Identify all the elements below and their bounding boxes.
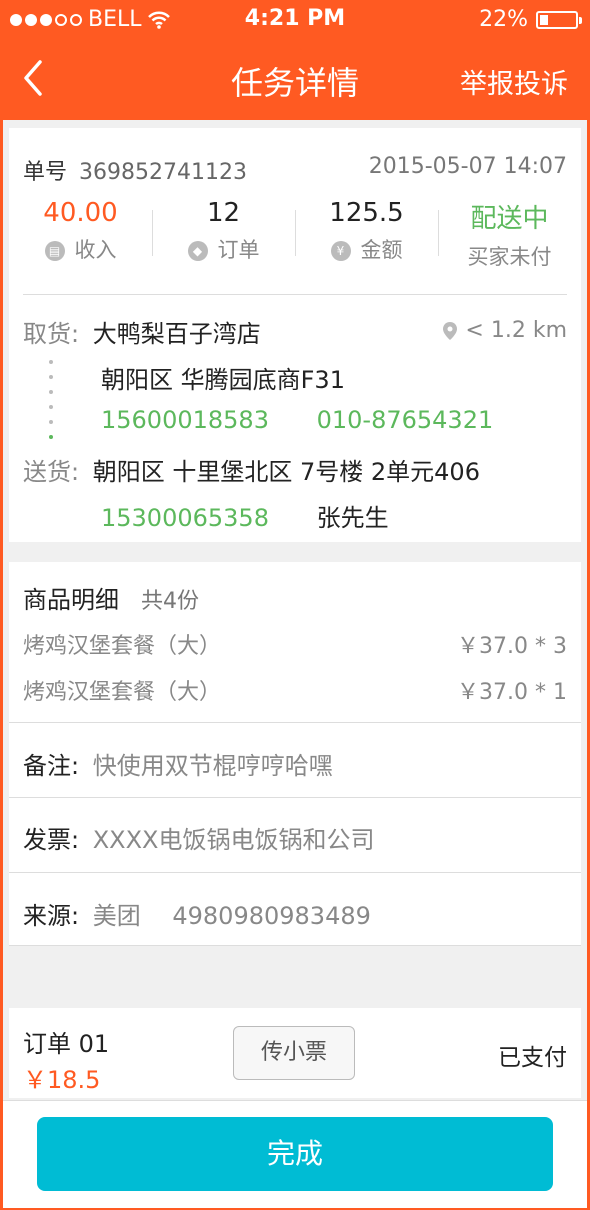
goods-item-price: ￥37.0 * 1 [457,680,567,705]
report-complaint-button[interactable]: 举报投诉 [460,62,568,101]
goods-item: 烤鸡汉堡套餐（大） ￥37.0 * 3 [23,628,567,660]
goods-count: 共4份 [141,589,199,614]
goods-item-name: 烤鸡汉堡套餐（大） [23,680,222,705]
pickup-address: 朝阳区 华腾园底商F31 [101,366,345,394]
remark-value: 快使用双节棍哼哼哈嘿 [92,752,333,780]
divider [9,872,581,873]
invoice-value: XXXX电饭锅电饭锅和公司 [92,826,375,854]
status-right: 22% [479,7,582,32]
sub-order-card: 订单 01 ￥18.5 传小票 已支付 [9,1008,581,1098]
order-number: 369852741123 [79,160,247,185]
pickup-store: 大鸭梨百子湾店 [92,320,261,348]
delivery-phone[interactable]: 15300065358 [101,504,269,532]
goods-title: 商品明细 [23,586,119,614]
details-card: 商品明细 共4份 烤鸡汉堡套餐（大） ￥37.0 * 3 烤鸡汉堡套餐（大） ￥3… [9,562,581,946]
orders-value: 12 [206,198,241,228]
goods-item-price: ￥37.0 * 3 [457,634,567,659]
status-bar: BELL 4:21 PM 22% [0,0,590,40]
nav-bar: 任务详情 举报投诉 [0,40,590,120]
stat-orders: 12 ◆ 订单 [152,196,295,276]
divider [23,294,567,295]
orders-label: 订单 [217,238,260,262]
stat-delivery-status: 配送中 买家未付 [438,196,581,276]
order-line: 单号 369852741123 2015-05-07 14:07 [23,154,567,186]
order-number-label: 单号 [23,160,68,185]
invoice-row: 发票: XXXX电饭锅电饭锅和公司 [23,820,375,855]
battery-percent: 22% [479,7,528,32]
distance-value: < 1.2 km [465,318,567,343]
goods-item-name: 烤鸡汉堡套餐（大） [23,634,222,659]
divider [9,797,581,798]
stat-amount: 125.5 ¥ 金额 [295,196,438,276]
income-value: 40.00 [43,198,118,228]
goods-item: 烤鸡汉堡套餐（大） ￥37.0 * 1 [23,674,567,706]
yen-icon: ¥ [330,241,351,261]
bottom-bar: 完成 [3,1100,587,1208]
recipient-name: 张先生 [316,504,389,532]
source-row: 来源: 美团 4980980983489 [23,896,371,931]
sub-order-price: ￥18.5 [23,1066,101,1094]
tag-icon: ◆ [187,241,208,261]
remark-row: 备注: 快使用双节棍哼哼哈嘿 [23,746,333,781]
payment-status: 已支付 [498,1045,567,1071]
divider [9,945,581,946]
app-frame: BELL 4:21 PM 22% 任务详情 举报投诉 单号 36985274112… [0,0,590,1210]
pickup-phones: 15600018583 010-87654321 [101,406,493,434]
goods-header: 商品明细 共4份 [23,580,199,615]
complete-button[interactable]: 完成 [37,1117,553,1191]
distance: < 1.2 km [443,318,567,343]
delivery-label: 送货: [23,458,80,486]
sub-order-title: 订单 01 [23,1030,110,1058]
delivery-contact: 15300065358 张先生 [101,498,389,533]
route-dots [49,360,55,439]
pickup-label: 取货: [23,320,80,348]
battery-icon [536,10,582,29]
pickup-phone-1[interactable]: 15600018583 [101,406,269,434]
upload-receipt-button[interactable]: 传小票 [233,1026,355,1080]
stats-row: 40.00 ▤ 收入 12 ◆ 订单 125.5 ¥ 金额 配送中 买家未付 [9,196,581,276]
content-area[interactable]: 单号 369852741123 2015-05-07 14:07 40.00 ▤ 收… [3,120,587,1208]
delivery-status-value: 配送中 [470,204,549,234]
wallet-icon: ▤ [44,241,65,261]
invoice-label: 发票: [23,826,80,854]
amount-value: 125.5 [329,198,404,228]
payment-status-label: 买家未付 [467,245,552,269]
source-label: 来源: [23,902,80,930]
pickup-phone-2[interactable]: 010-87654321 [317,406,494,434]
stat-income: 40.00 ▤ 收入 [9,196,152,276]
order-datetime: 2015-05-07 14:07 [368,154,567,179]
delivery-address: 朝阳区 十里堡北区 7号楼 2单元406 [92,458,480,486]
delivery-row: 送货: 朝阳区 十里堡北区 7号楼 2单元406 [23,452,480,487]
location-pin-icon [443,321,458,340]
amount-label: 金额 [360,238,403,262]
remark-label: 备注: [23,752,80,780]
pickup-row: 取货: 大鸭梨百子湾店 [23,314,261,349]
source-value: 美团 [92,902,141,930]
divider [9,722,581,723]
task-summary-card: 单号 369852741123 2015-05-07 14:07 40.00 ▤ 收… [9,128,581,542]
income-label: 收入 [74,238,117,262]
source-code: 4980980983489 [172,902,371,930]
